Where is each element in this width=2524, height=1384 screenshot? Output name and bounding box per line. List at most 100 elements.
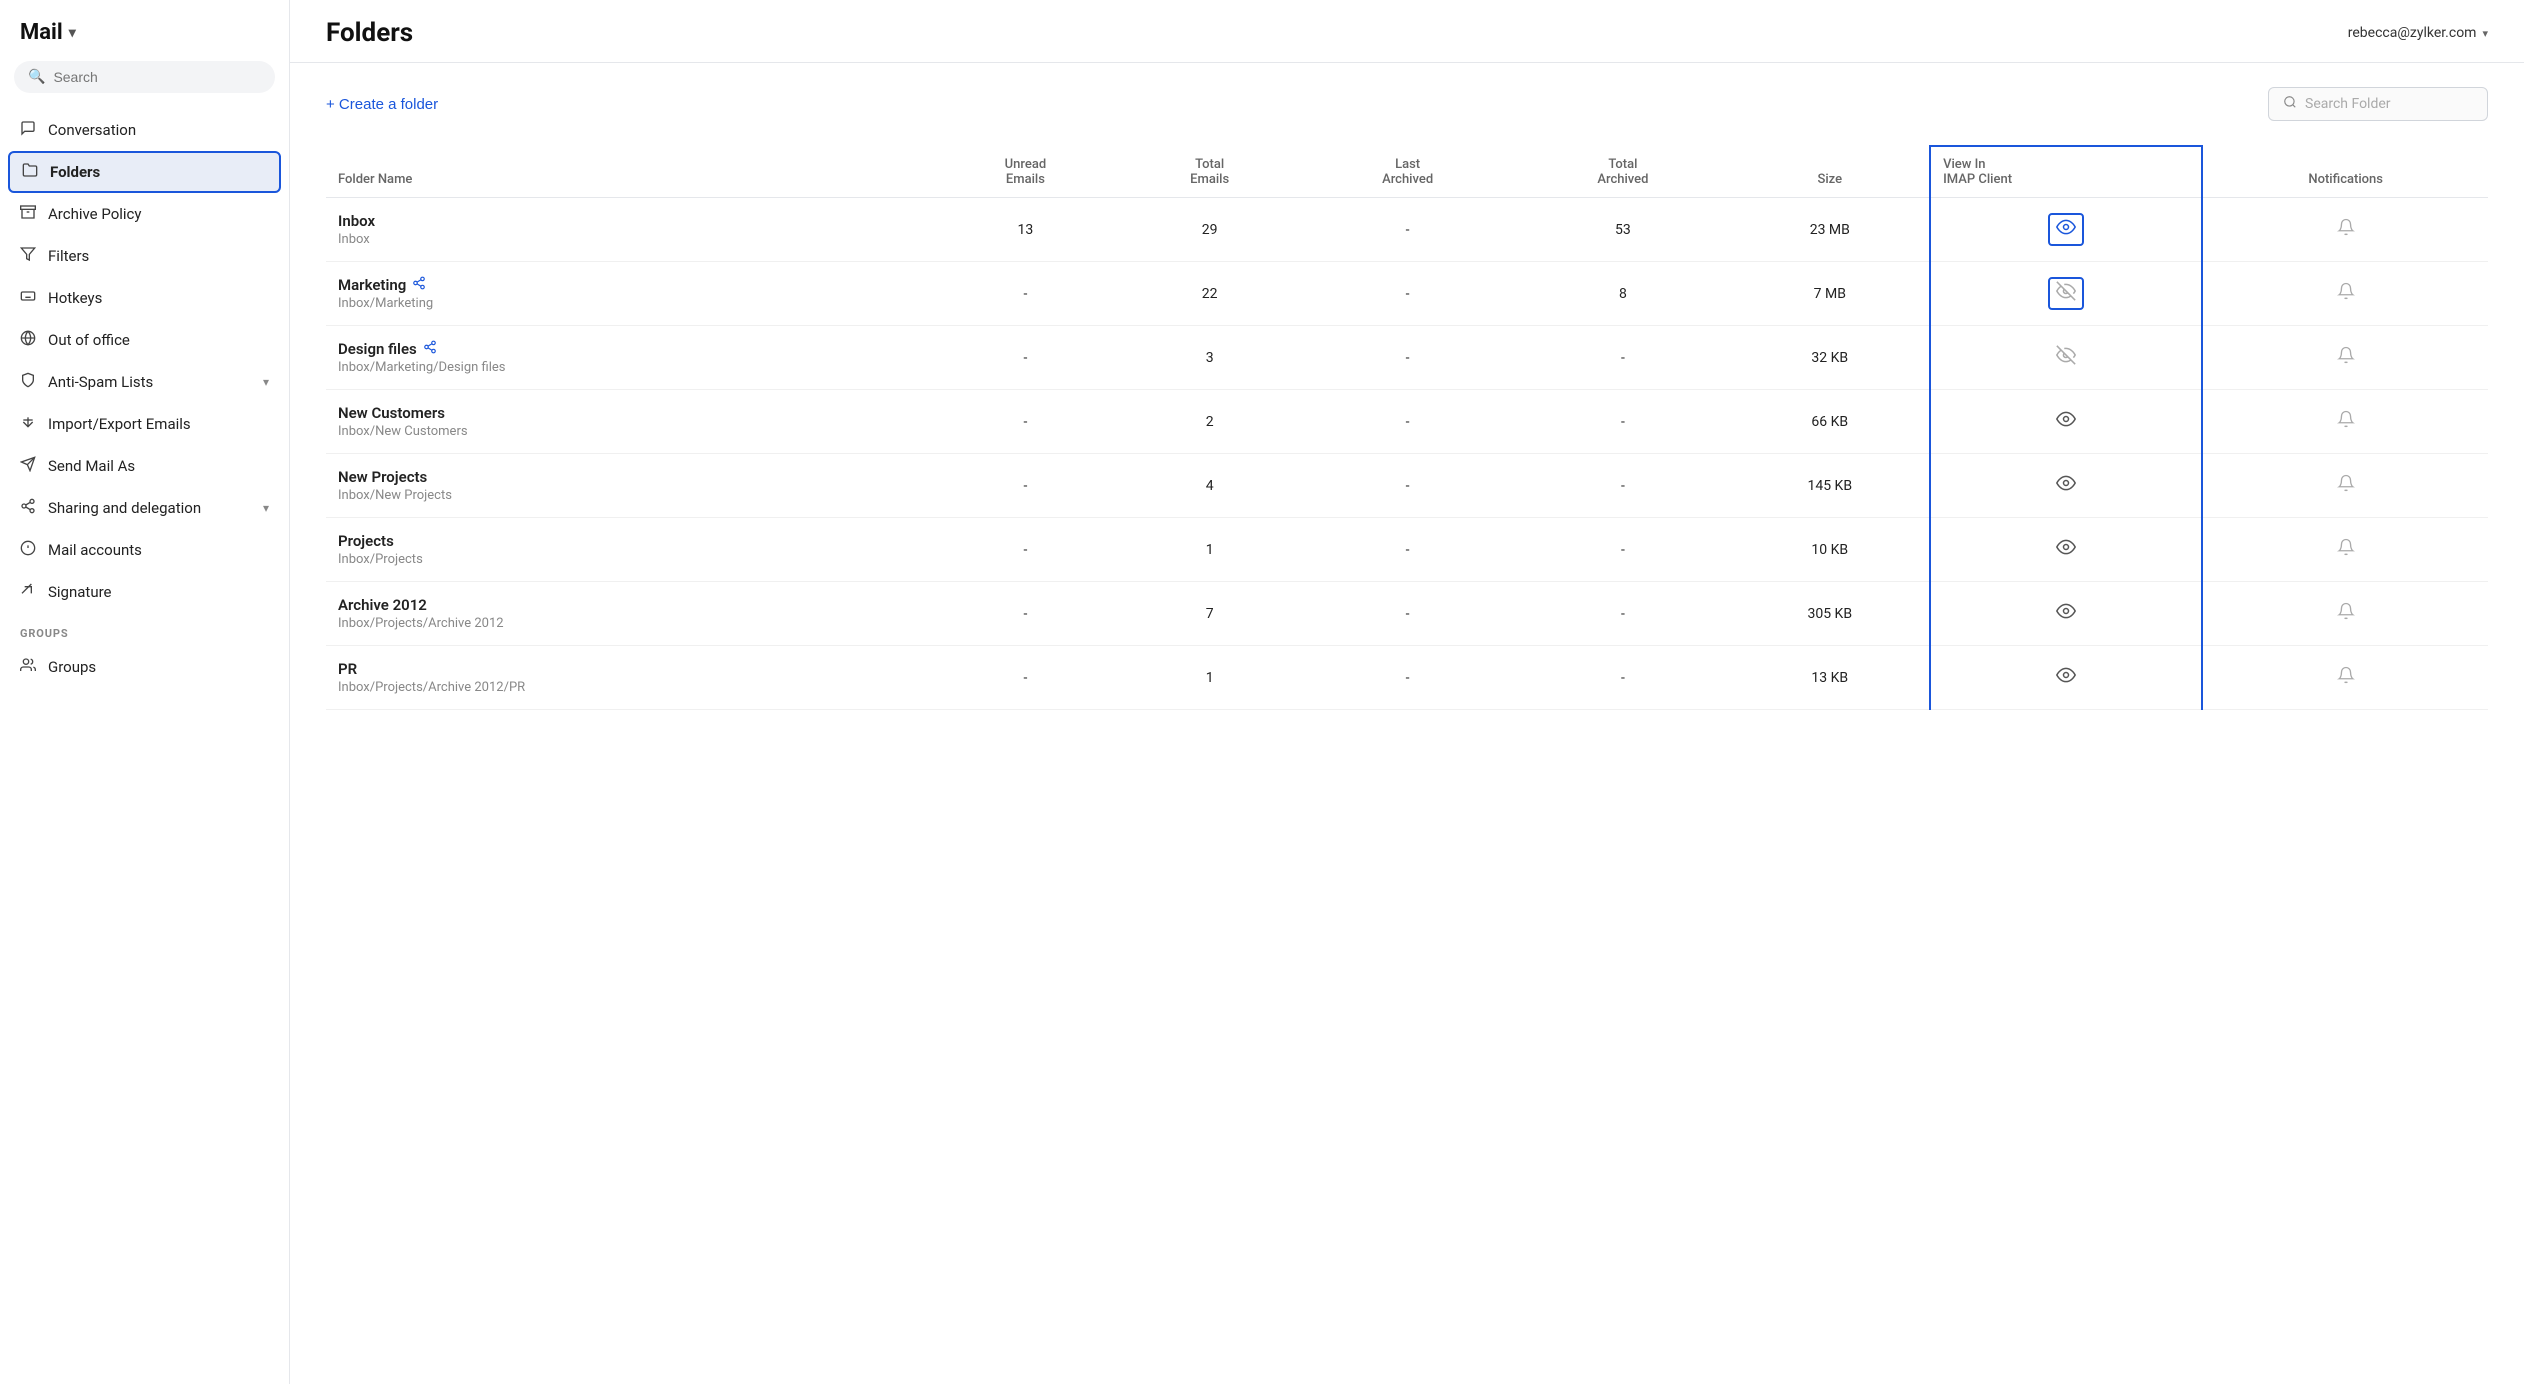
notification-cell[interactable] <box>2202 326 2488 390</box>
sidebar-item-archive-policy[interactable]: Archive Policy <box>0 193 289 235</box>
col-unread: UnreadEmails <box>932 146 1120 198</box>
send-mail-icon <box>20 456 36 476</box>
imap-cell[interactable] <box>1930 646 2202 710</box>
total-emails: 2 <box>1119 390 1300 454</box>
folder-name-cell: PRInbox/Projects/Archive 2012/PR <box>326 646 932 710</box>
imap-cell[interactable] <box>1930 262 2202 326</box>
imap-toggle-button[interactable] <box>2048 277 2084 310</box>
out-of-office-icon <box>20 330 36 350</box>
notification-button[interactable] <box>2331 408 2361 435</box>
unread-count: - <box>932 646 1120 710</box>
folder-name-cell: InboxInbox <box>326 198 932 262</box>
table-row: Archive 2012Inbox/Projects/Archive 2012-… <box>326 582 2488 646</box>
sidebar-item-folders[interactable]: Folders <box>8 151 281 193</box>
folder-size: 7 MB <box>1731 262 1931 326</box>
imap-cell[interactable] <box>1930 198 2202 262</box>
notification-button[interactable] <box>2331 536 2361 563</box>
notification-cell[interactable] <box>2202 646 2488 710</box>
imap-toggle-button[interactable] <box>2050 599 2082 628</box>
notification-button[interactable] <box>2331 472 2361 499</box>
groups-section-label: GROUPS <box>0 613 289 646</box>
last-archived: - <box>1300 262 1515 326</box>
filters-icon <box>20 246 36 266</box>
imap-cell[interactable] <box>1930 518 2202 582</box>
total-archived: 53 <box>1515 198 1730 262</box>
notification-button[interactable] <box>2331 216 2361 243</box>
sidebar-item-import-export[interactable]: Import/Export Emails <box>0 403 289 445</box>
sidebar-item-signature[interactable]: Signature <box>0 571 289 613</box>
notification-cell[interactable] <box>2202 454 2488 518</box>
notification-cell[interactable] <box>2202 198 2488 262</box>
search-input[interactable] <box>53 69 261 85</box>
search-folder-box[interactable]: Search Folder <box>2268 87 2488 121</box>
app-title-text: Mail <box>20 20 63 45</box>
table-row: MarketingInbox/Marketing-22-87 MB <box>326 262 2488 326</box>
sidebar-item-label: Folders <box>50 163 100 181</box>
sidebar-item-label: Archive Policy <box>48 205 142 223</box>
sidebar-item-out-of-office[interactable]: Out of office <box>0 319 289 361</box>
sidebar-item-sharing[interactable]: Sharing and delegation ▾ <box>0 487 289 529</box>
total-archived: - <box>1515 326 1730 390</box>
search-folder-placeholder: Search Folder <box>2305 96 2391 112</box>
imap-toggle-button[interactable] <box>2050 343 2082 372</box>
last-archived: - <box>1300 326 1515 390</box>
signature-icon <box>20 582 36 602</box>
total-archived: - <box>1515 390 1730 454</box>
unread-count: - <box>932 326 1120 390</box>
notification-cell[interactable] <box>2202 262 2488 326</box>
sidebar-item-label: Out of office <box>48 331 130 349</box>
col-notifications: Notifications <box>2202 146 2488 198</box>
folder-name-main: Inbox <box>338 212 920 230</box>
imap-cell[interactable] <box>1930 326 2202 390</box>
imap-toggle-button[interactable] <box>2050 663 2082 692</box>
table-row: Design filesInbox/Marketing/Design files… <box>326 326 2488 390</box>
total-archived: - <box>1515 454 1730 518</box>
search-box[interactable]: 🔍 <box>14 61 275 93</box>
total-emails: 1 <box>1119 646 1300 710</box>
imap-toggle-button[interactable] <box>2050 535 2082 564</box>
sidebar-item-send-mail-as[interactable]: Send Mail As <box>0 445 289 487</box>
sidebar-item-filters[interactable]: Filters <box>0 235 289 277</box>
sidebar-item-anti-spam[interactable]: Anti-Spam Lists ▾ <box>0 361 289 403</box>
share-icon <box>412 276 426 294</box>
notification-cell[interactable] <box>2202 582 2488 646</box>
col-folder-name: Folder Name <box>326 146 932 198</box>
sidebar-item-label: Import/Export Emails <box>48 415 191 433</box>
search-folder-icon <box>2283 95 2297 113</box>
notification-button[interactable] <box>2331 280 2361 307</box>
page-title: Folders <box>326 18 413 48</box>
imap-cell[interactable] <box>1930 582 2202 646</box>
imap-toggle-button[interactable] <box>2048 213 2084 246</box>
sidebar-item-groups[interactable]: Groups <box>0 646 289 688</box>
folders-icon <box>22 162 38 182</box>
sidebar-item-hotkeys[interactable]: Hotkeys <box>0 277 289 319</box>
user-info[interactable]: rebecca@zylker.com ▾ <box>2348 25 2488 41</box>
imap-toggle-button[interactable] <box>2050 407 2082 436</box>
create-folder-button[interactable]: + Create a folder <box>326 96 438 113</box>
folder-path: Inbox/Marketing/Design files <box>338 360 920 375</box>
sidebar-item-label: Signature <box>48 583 112 601</box>
notification-button[interactable] <box>2331 664 2361 691</box>
notification-button[interactable] <box>2331 344 2361 371</box>
conversation-icon <box>20 120 36 140</box>
folders-table: Folder Name UnreadEmails TotalEmails Las… <box>326 145 2488 710</box>
sidebar-item-label: Anti-Spam Lists <box>48 373 153 391</box>
total-emails: 29 <box>1119 198 1300 262</box>
app-title[interactable]: Mail ▾ <box>0 20 289 61</box>
imap-cell[interactable] <box>1930 390 2202 454</box>
sidebar-item-conversation[interactable]: Conversation <box>0 109 289 151</box>
notification-cell[interactable] <box>2202 390 2488 454</box>
sidebar-item-mail-accounts[interactable]: Mail accounts <box>0 529 289 571</box>
last-archived: - <box>1300 582 1515 646</box>
imap-toggle-button[interactable] <box>2050 471 2082 500</box>
folder-size: 10 KB <box>1731 518 1931 582</box>
notification-cell[interactable] <box>2202 518 2488 582</box>
sidebar-item-label: Filters <box>48 247 89 265</box>
last-archived: - <box>1300 646 1515 710</box>
folder-name-cell: Design filesInbox/Marketing/Design files <box>326 326 932 390</box>
user-chevron: ▾ <box>2482 27 2488 40</box>
imap-cell[interactable] <box>1930 454 2202 518</box>
folder-name-main: Marketing <box>338 276 920 294</box>
notification-button[interactable] <box>2331 600 2361 627</box>
table-row: ProjectsInbox/Projects-1--10 KB <box>326 518 2488 582</box>
